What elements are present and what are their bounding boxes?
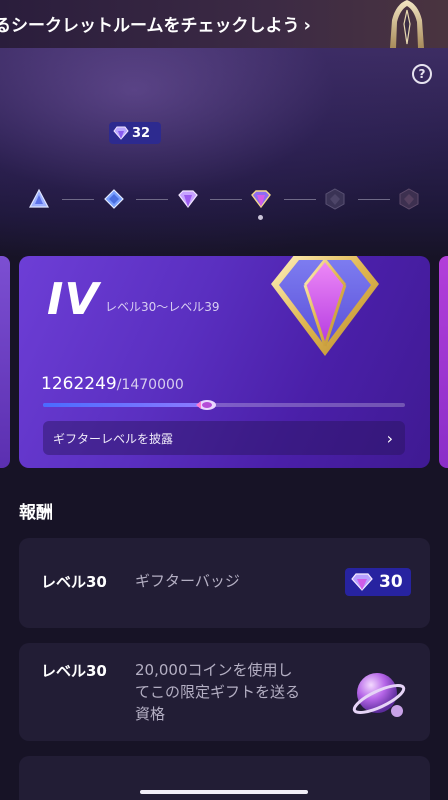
progress-current-value: 1262249 <box>41 374 117 394</box>
gifter-badge: 30 <box>345 568 411 596</box>
track-connector <box>136 199 168 200</box>
reward-description-line: 20,000コインを使用し <box>135 661 293 679</box>
blue-diamond-icon[interactable] <box>103 188 125 210</box>
reward-description-line: てこの限定ギフトを送る <box>135 683 301 701</box>
next-card[interactable] <box>439 256 448 468</box>
track-connector <box>210 199 242 200</box>
reward-level-label: レベル30 <box>41 662 107 680</box>
track-connector <box>284 199 316 200</box>
tier-level-range: レベル30〜レベル39 <box>105 300 220 314</box>
diamond-icon <box>351 573 373 591</box>
large-diamond-icon <box>271 256 379 356</box>
crown-emblem-icon <box>390 0 424 48</box>
previous-card[interactable] <box>0 256 10 468</box>
diamond-icon <box>113 126 129 140</box>
planet-gift-icon <box>352 673 406 717</box>
progress-total-value: /1470000 <box>116 377 184 393</box>
triangle-gem-icon[interactable] <box>28 188 50 210</box>
current-level-badge: 32 <box>109 122 161 144</box>
tier-number: IV <box>47 274 100 325</box>
level-track <box>0 180 448 220</box>
locked-gem-icon[interactable] <box>324 188 346 210</box>
reward-description: 20,000コインを使用し てこの限定ギフトを送る 資格 <box>135 659 300 725</box>
banner-text: るシークレットルームをチェックしよう <box>0 16 300 36</box>
progress-text: 1262249/1470000 <box>41 374 184 394</box>
chevron-right-icon: › <box>386 428 393 448</box>
progress-bar <box>43 400 405 410</box>
pink-diamond-icon[interactable] <box>250 188 272 210</box>
reward-item[interactable]: レベル30 20,000コインを使用し てこの限定ギフトを送る 資格 <box>19 643 430 741</box>
reward-description: ギフターバッジ <box>135 572 240 590</box>
selected-level-indicator <box>258 215 263 220</box>
current-level-number: 32 <box>132 125 151 141</box>
track-connector <box>358 199 390 200</box>
hero-background <box>0 48 448 258</box>
locked-gem-icon[interactable] <box>398 188 420 210</box>
gifter-level-card: IV レベル30〜レベル39 1262249/1470000 ギフターレベルを披… <box>19 256 430 468</box>
reveal-gifter-level-button[interactable]: ギフターレベルを披露 › <box>43 421 405 455</box>
gifter-badge-number: 30 <box>379 572 403 592</box>
rewards-heading: 報酬 <box>19 503 53 523</box>
reward-level-label: レベル30 <box>41 573 107 591</box>
chevron-right-icon: › <box>303 15 311 36</box>
reward-description-line: 資格 <box>135 705 166 723</box>
track-connector <box>62 199 94 200</box>
banner-message[interactable]: るシークレットルームをチェックしよう › <box>0 11 311 36</box>
top-banner[interactable]: るシークレットルームをチェックしよう › <box>0 0 448 48</box>
rocket-icon <box>196 400 216 410</box>
help-icon[interactable]: ? <box>412 64 432 84</box>
home-indicator <box>140 790 308 794</box>
reveal-gifter-level-label: ギフターレベルを披露 <box>53 431 174 446</box>
purple-diamond-icon[interactable] <box>177 188 199 210</box>
progress-fill <box>43 403 211 407</box>
reward-item[interactable]: レベル30 ギフターバッジ 30 <box>19 538 430 628</box>
